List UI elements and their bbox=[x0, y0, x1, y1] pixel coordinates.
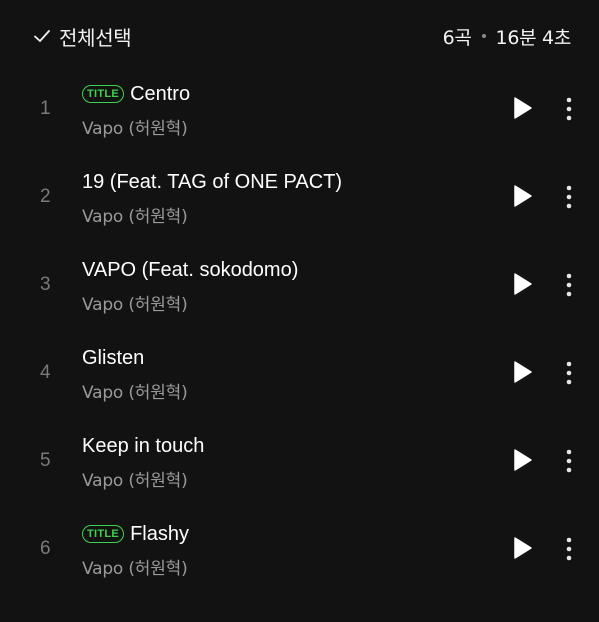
play-icon[interactable] bbox=[512, 184, 534, 208]
track-title-line: TITLE Centro bbox=[82, 81, 190, 107]
track-artist[interactable]: Vapo (허원혁) bbox=[82, 202, 188, 227]
play-icon[interactable] bbox=[512, 96, 534, 120]
track-row[interactable]: 4 Glisten Vapo (허원혁) bbox=[0, 328, 599, 416]
track-artist[interactable]: Vapo (허원혁) bbox=[82, 290, 188, 315]
select-all-label: 전체선택 bbox=[59, 25, 132, 50]
play-icon[interactable] bbox=[512, 360, 534, 384]
track-artist[interactable]: Vapo (허원혁) bbox=[82, 554, 188, 579]
check-icon bbox=[33, 27, 51, 45]
track-artist[interactable]: Vapo (허원혁) bbox=[82, 466, 188, 491]
track-title: Keep in touch bbox=[82, 434, 205, 457]
track-title-line: 19 (Feat. TAG of ONE PACT) bbox=[82, 169, 342, 195]
tracklist-summary: 6곡 16분 4초 bbox=[442, 22, 572, 50]
separator-dot bbox=[481, 34, 486, 38]
more-vertical-icon[interactable] bbox=[558, 96, 580, 122]
track-title-line: VAPO (Feat. sokodomo) bbox=[82, 257, 298, 283]
track-title: 19 (Feat. TAG of ONE PACT) bbox=[82, 170, 343, 193]
tracklist-header: 전체선택 6곡 16분 4초 bbox=[0, 0, 599, 70]
more-vertical-icon[interactable] bbox=[558, 536, 580, 562]
track-count: 6곡 bbox=[442, 26, 472, 49]
total-duration: 16분 4초 bbox=[495, 26, 572, 49]
track-number: 4 bbox=[40, 362, 51, 383]
track-list: 1 TITLE Centro Vapo (허원혁) 2 19 (Feat. TA… bbox=[0, 64, 599, 592]
track-row[interactable]: 6 TITLE Flashy Vapo (허원혁) bbox=[0, 504, 599, 592]
track-artist[interactable]: Vapo (허원혁) bbox=[82, 378, 188, 403]
title-badge: TITLE bbox=[82, 525, 125, 543]
more-vertical-icon[interactable] bbox=[558, 184, 580, 210]
track-title: VAPO (Feat. sokodomo) bbox=[82, 258, 299, 281]
track-title: Centro bbox=[130, 82, 191, 105]
track-row[interactable]: 5 Keep in touch Vapo (허원혁) bbox=[0, 416, 599, 504]
track-number: 5 bbox=[40, 450, 51, 471]
more-vertical-icon[interactable] bbox=[558, 360, 580, 386]
title-badge: TITLE bbox=[82, 85, 125, 103]
track-title: Glisten bbox=[82, 346, 145, 369]
play-icon[interactable] bbox=[512, 448, 534, 472]
track-number: 2 bbox=[40, 186, 51, 207]
track-artist[interactable]: Vapo (허원혁) bbox=[82, 114, 188, 139]
track-row[interactable]: 3 VAPO (Feat. sokodomo) Vapo (허원혁) bbox=[0, 240, 599, 328]
track-title-line: Keep in touch bbox=[82, 433, 204, 459]
play-icon[interactable] bbox=[512, 536, 534, 560]
track-row[interactable]: 1 TITLE Centro Vapo (허원혁) bbox=[0, 64, 599, 152]
track-row[interactable]: 2 19 (Feat. TAG of ONE PACT) Vapo (허원혁) bbox=[0, 152, 599, 240]
track-number: 3 bbox=[40, 274, 51, 295]
more-vertical-icon[interactable] bbox=[558, 272, 580, 298]
more-vertical-icon[interactable] bbox=[558, 448, 580, 474]
track-title: Flashy bbox=[130, 522, 189, 545]
track-title-line: Glisten bbox=[82, 345, 144, 371]
track-number: 1 bbox=[40, 98, 51, 119]
track-title-line: TITLE Flashy bbox=[82, 521, 189, 547]
play-icon[interactable] bbox=[512, 272, 534, 296]
track-number: 6 bbox=[40, 538, 51, 559]
select-all-button[interactable]: 전체선택 bbox=[33, 22, 132, 50]
